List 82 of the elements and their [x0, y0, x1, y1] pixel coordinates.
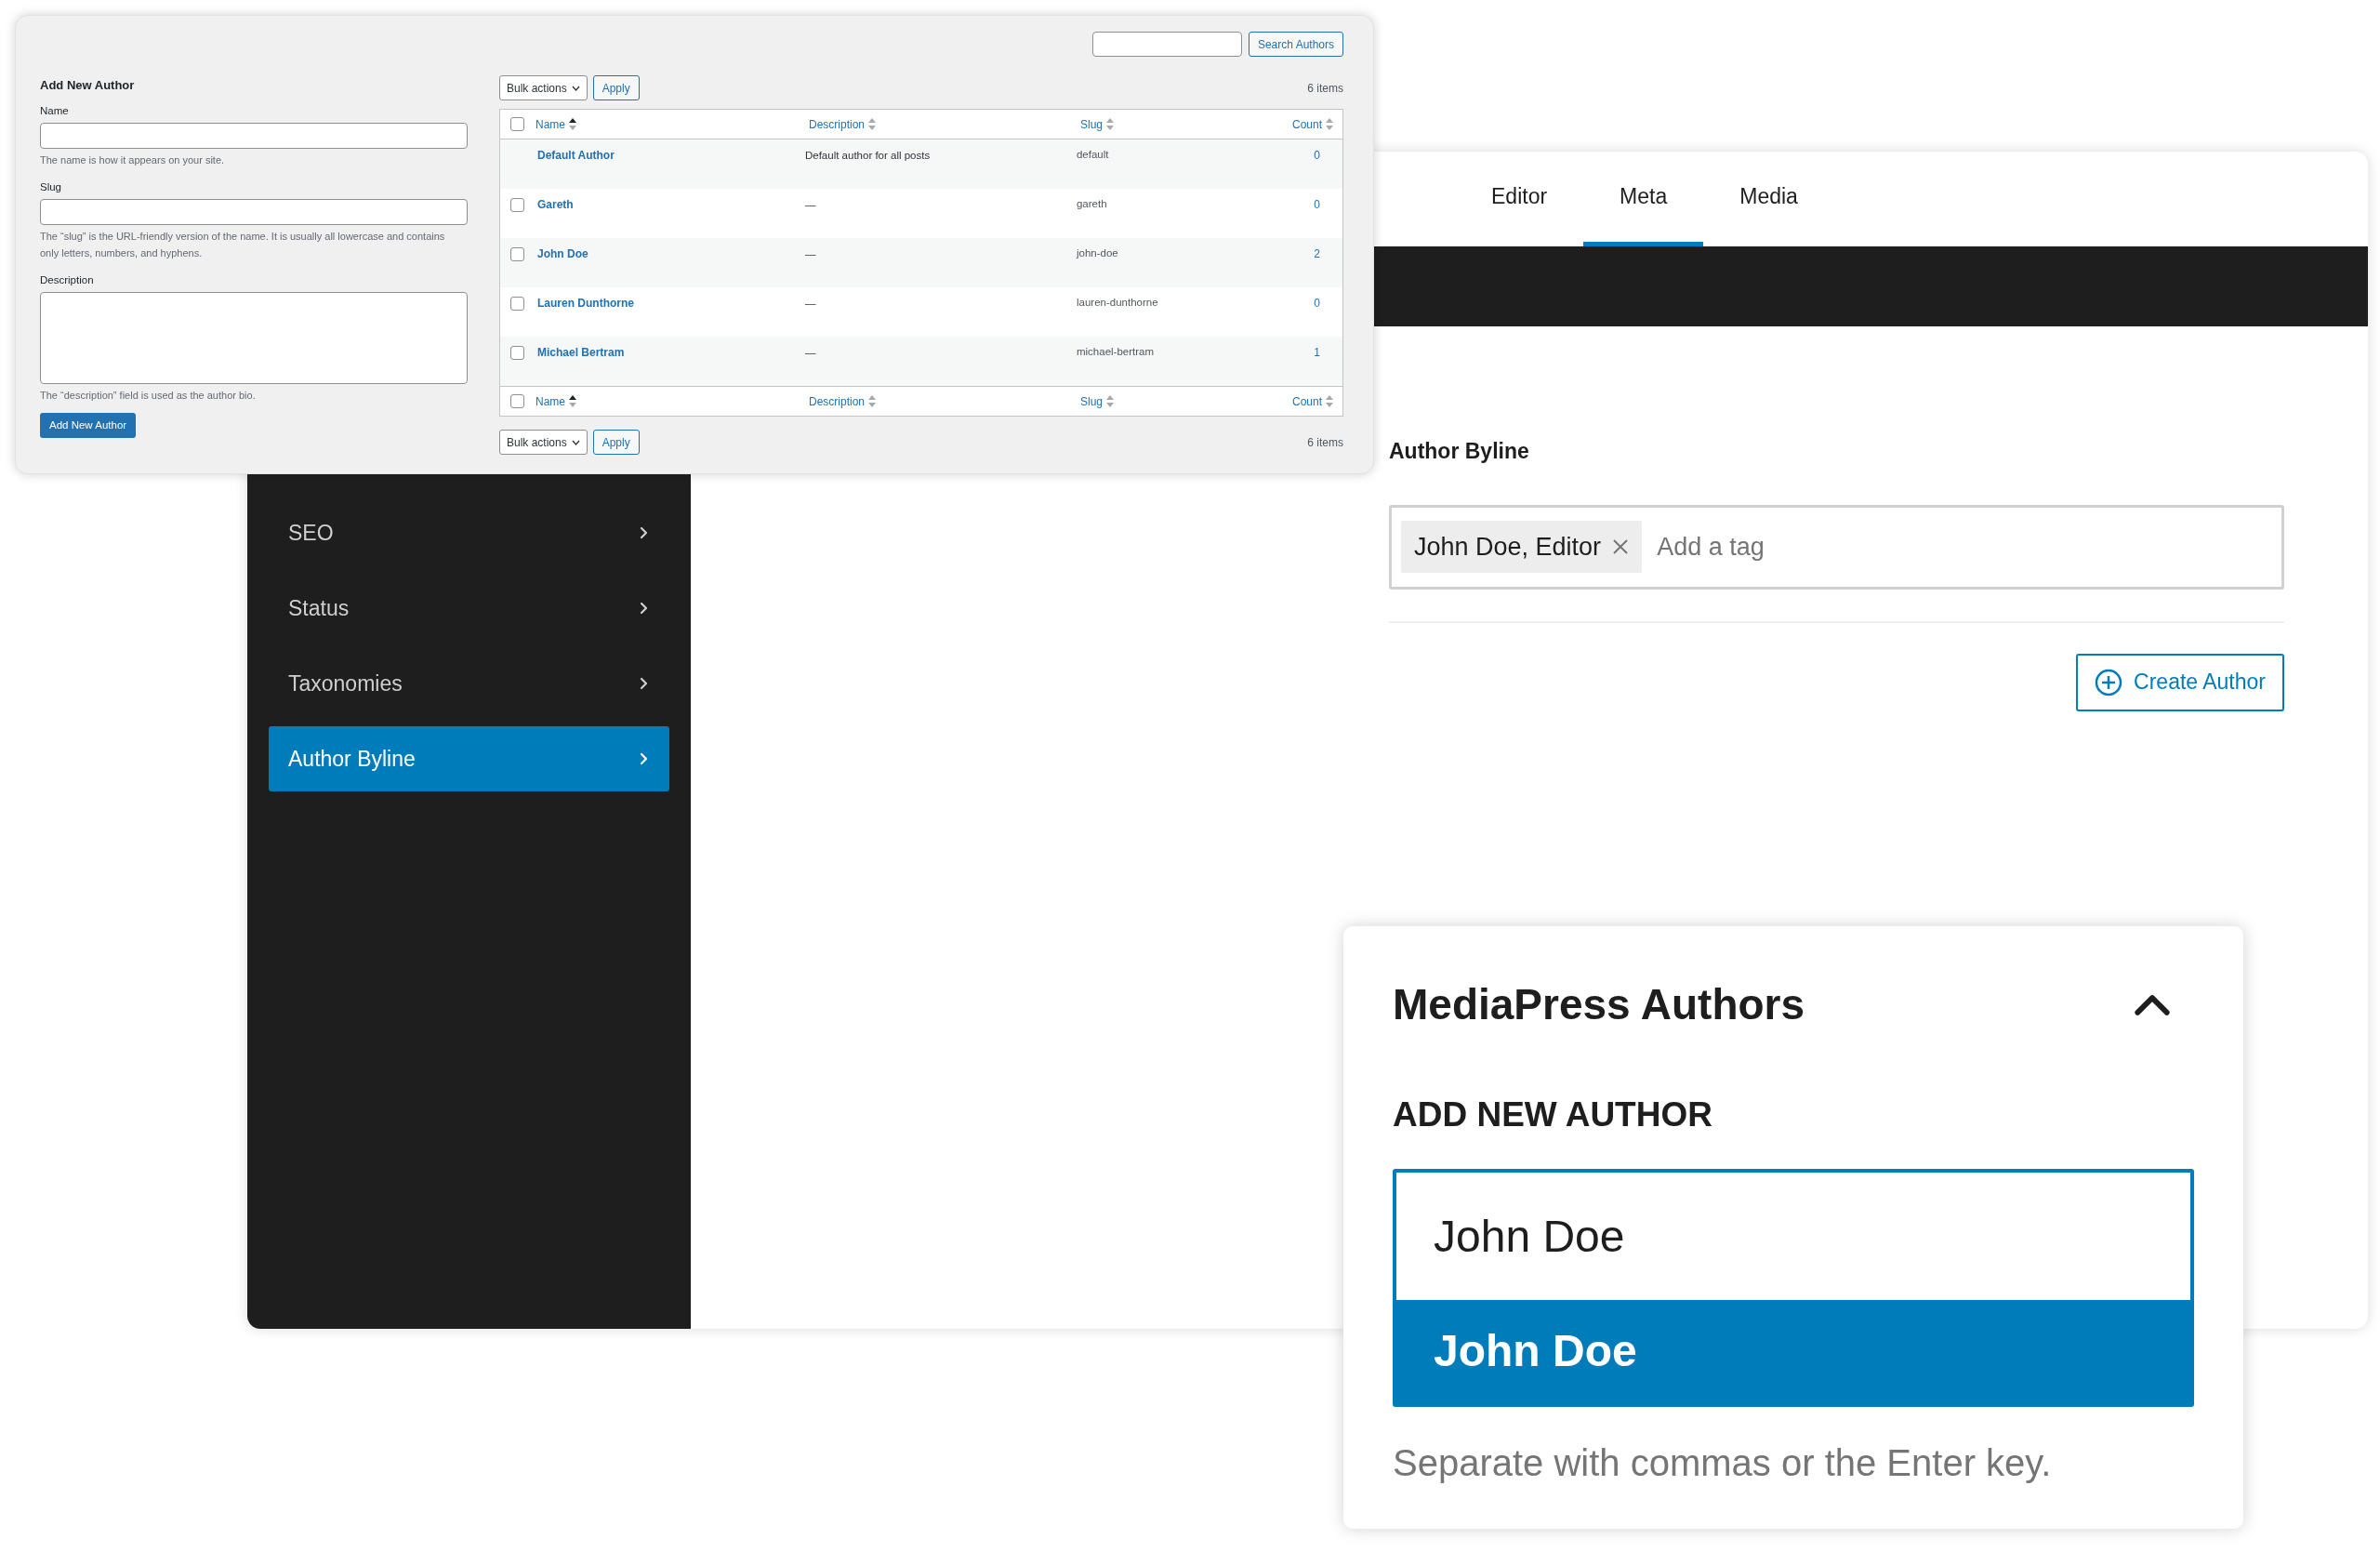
sidebar-item[interactable]: SEO: [269, 500, 669, 565]
sidebar-item[interactable]: Author Byline: [269, 726, 669, 791]
checkbox[interactable]: [510, 247, 525, 261]
post-count-number[interactable]: 2: [1289, 245, 1342, 262]
search-authors-button[interactable]: Search Authors: [1248, 32, 1343, 57]
slug-cell-text: gareth: [1076, 197, 1108, 211]
sort-icon: [1106, 118, 1114, 130]
slug-cell-text: default: [1076, 148, 1110, 162]
description-cell-text: Default author for all posts: [804, 149, 932, 163]
item-count: 6 items: [1307, 80, 1343, 97]
field-label: Description: [40, 273, 95, 287]
sort-icon: [569, 118, 576, 130]
plus-circle-icon: [2095, 668, 2123, 696]
author-name-link[interactable]: Michael Bertram: [535, 344, 805, 361]
field-hint: The “slug” is the URL-friendly version of the name. It is usually all lowercase and contains only letters, numbers, and hyphens.: [40, 230, 446, 260]
slug-cell-text: john-doe: [1076, 246, 1119, 260]
slug-cell-text: lauren-dunthorne: [1076, 296, 1159, 310]
checkbox[interactable]: [510, 117, 525, 131]
description-cell-text: —: [804, 346, 817, 360]
chevron-down-icon: [571, 85, 580, 91]
column-header-link[interactable]: Description: [808, 115, 865, 133]
author-combobox[interactable]: John Doe John Doe: [1393, 1168, 2194, 1407]
help-text: Separate with commas or the Enter key.: [1393, 1440, 2053, 1485]
checkbox[interactable]: [510, 198, 525, 212]
column-header-link[interactable]: Count: [1291, 115, 1322, 133]
apply-button[interactable]: Apply: [592, 75, 640, 100]
column-header-link[interactable]: Description: [808, 392, 865, 410]
author-name-link[interactable]: Default Author: [535, 147, 805, 164]
author-byline-label: Author Byline: [1389, 438, 1530, 465]
post-count-number[interactable]: 0: [1289, 196, 1342, 213]
create-author-button[interactable]: Create Author: [2076, 653, 2284, 711]
item-count: 6 items: [1307, 434, 1343, 451]
field-label: Slug: [40, 179, 63, 194]
description-cell-text: —: [804, 297, 817, 311]
column-header-link[interactable]: Count: [1291, 392, 1322, 410]
description-cell-text: —: [804, 198, 817, 212]
chevron-down-icon: [571, 439, 580, 445]
bulk-actions-dropdown[interactable]: Bulk actions: [498, 75, 588, 100]
sort-icon: [569, 395, 576, 407]
field-hint: The “description” field is used as the author bio.: [40, 389, 257, 404]
checkbox[interactable]: [510, 346, 525, 360]
search-field[interactable]: [1091, 32, 1242, 57]
sort-icon: [1326, 118, 1333, 130]
text-input-field[interactable]: [40, 122, 468, 149]
tag-input-field[interactable]: John Doe, Editor Add a tag: [1389, 504, 2284, 590]
suggestion-option[interactable]: John Doe: [1396, 1299, 2190, 1403]
panel-title: MediaPress Authors: [1393, 979, 1805, 1030]
sidebar-item[interactable]: Status: [269, 576, 669, 641]
author-name-link[interactable]: Gareth: [535, 196, 805, 213]
post-count-number[interactable]: 1: [1289, 344, 1342, 361]
add-new-author-button[interactable]: Add New Author: [40, 413, 137, 439]
form-heading: Add New Author: [40, 77, 136, 94]
section-heading: ADD NEW AUTHOR: [1393, 1094, 1713, 1135]
remove-icon[interactable]: [1612, 538, 1630, 555]
author-name-link[interactable]: Lauren Dunthorne: [535, 295, 805, 312]
sort-icon: [1326, 395, 1333, 407]
slug-cell-text: michael-bertram: [1076, 345, 1156, 359]
sort-icon: [868, 395, 876, 407]
column-header-link[interactable]: Slug: [1079, 115, 1103, 133]
author-name-input[interactable]: John Doe: [1396, 1172, 2190, 1300]
post-count-number[interactable]: 0: [1289, 295, 1342, 312]
tag-label: John Doe, Editor: [1414, 531, 1602, 563]
description-cell-text: —: [804, 247, 817, 261]
post-count-number[interactable]: 0: [1289, 147, 1342, 164]
tab[interactable]: Media: [1703, 152, 1834, 246]
tab[interactable]: Editor: [1455, 152, 1584, 246]
column-header-link[interactable]: Name: [535, 392, 565, 410]
bulk-actions-dropdown[interactable]: Bulk actions: [498, 430, 588, 455]
text-input-field[interactable]: [40, 199, 468, 225]
checkbox[interactable]: [510, 297, 525, 311]
column-header-link[interactable]: Slug: [1079, 392, 1103, 410]
field-label: Name: [40, 103, 70, 118]
column-header-link[interactable]: Name: [535, 115, 565, 133]
description-textarea[interactable]: [40, 292, 468, 385]
add-tag-input[interactable]: Add a tag: [1657, 527, 2272, 566]
checkbox[interactable]: [510, 394, 525, 408]
sort-icon: [1106, 395, 1114, 407]
field-hint: The name is how it appears on your site.: [40, 153, 226, 167]
apply-button[interactable]: Apply: [592, 430, 640, 455]
author-name-link[interactable]: John Doe: [535, 245, 805, 262]
sidebar-item[interactable]: Taxonomies: [269, 651, 669, 716]
sort-icon: [868, 118, 876, 130]
